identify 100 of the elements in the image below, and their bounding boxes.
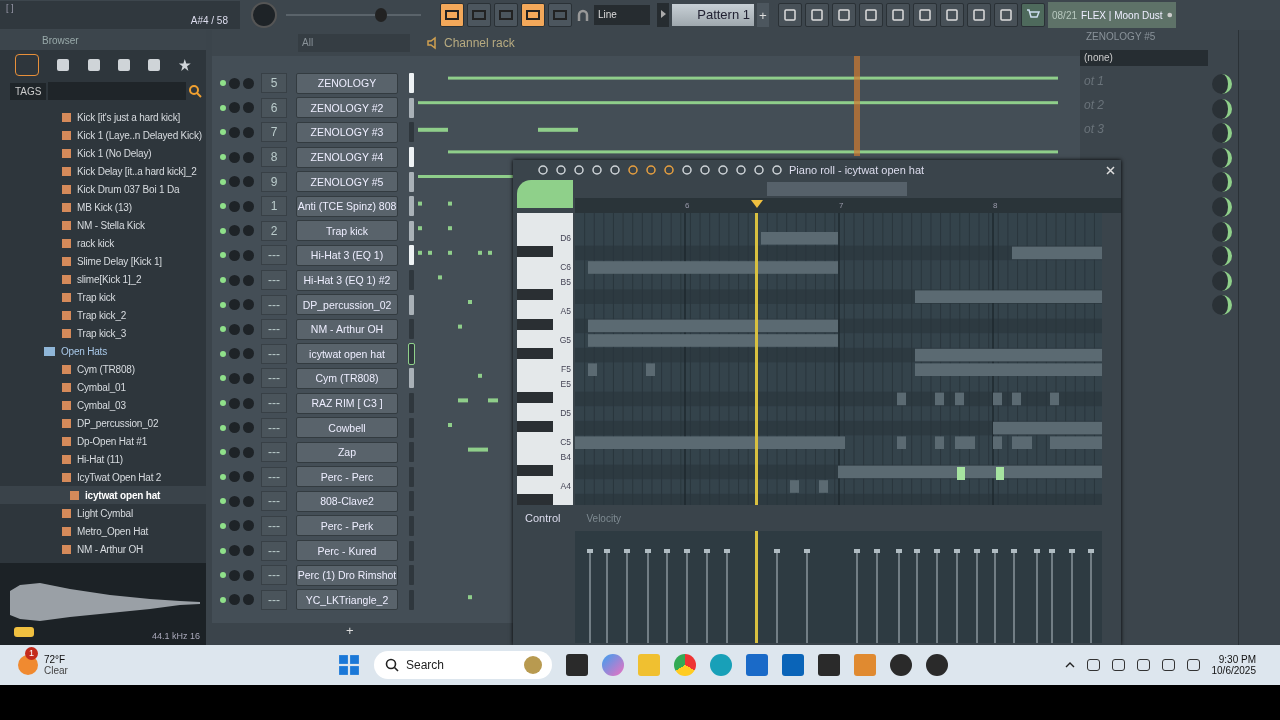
- mixer-track-number[interactable]: ---: [261, 589, 287, 610]
- channel-button[interactable]: Trap kick: [296, 220, 398, 242]
- channel-select-indicator[interactable]: [409, 97, 414, 118]
- mute-led[interactable]: [220, 424, 226, 431]
- browser-item[interactable]: Kick Drum 037 Boi 1 Da: [0, 180, 206, 198]
- mute-led[interactable]: [220, 326, 226, 333]
- browser-item[interactable]: Slime Delay [Kick 1]: [0, 252, 206, 270]
- sharp-key[interactable]: [517, 289, 553, 301]
- mute-led[interactable]: [220, 178, 226, 185]
- channel-button[interactable]: Hi-Hat 3 (EQ 1) #2: [296, 269, 398, 291]
- plugin-knob[interactable]: [1212, 196, 1232, 217]
- timeline-ruler[interactable]: 6 7 8: [575, 198, 1121, 213]
- browser-item[interactable]: Cymbal_03: [0, 396, 206, 414]
- plugin-knob[interactable]: [1212, 295, 1232, 316]
- browser-item[interactable]: NM - Arthur OH: [0, 540, 206, 558]
- mixer-track-number[interactable]: 8: [261, 147, 287, 168]
- filter-dropdown[interactable]: All: [298, 34, 410, 52]
- mixer-track-number[interactable]: 1: [261, 196, 287, 217]
- plugin-knob[interactable]: [1212, 221, 1232, 242]
- bars-button[interactable]: [805, 3, 829, 27]
- browser-item[interactable]: DP_percussion_02: [0, 414, 206, 432]
- mute-led[interactable]: [220, 154, 226, 161]
- note-grid-drawing[interactable]: [575, 213, 1102, 505]
- channel-button[interactable]: ZENOLOGY: [296, 72, 398, 94]
- hand-button[interactable]: [994, 3, 1018, 27]
- channel-button[interactable]: Hi-Hat 3 (EQ 1): [296, 244, 398, 266]
- browser-item[interactable]: Metro_Open Hat: [0, 522, 206, 540]
- plugin-knob[interactable]: [1212, 98, 1232, 119]
- mute-led[interactable]: [220, 498, 226, 505]
- mixer-track-number[interactable]: ---: [261, 565, 287, 586]
- channel-select-indicator[interactable]: [409, 294, 414, 315]
- channel-button[interactable]: Perc - Perc: [296, 466, 398, 488]
- mixer-track-number[interactable]: ---: [261, 442, 287, 463]
- mute-led[interactable]: [220, 80, 226, 87]
- mixer-track-number[interactable]: ---: [261, 516, 287, 536]
- plugin-knob[interactable]: [1212, 123, 1232, 144]
- tool-icon[interactable]: [609, 164, 621, 176]
- mixer-track-number[interactable]: ---: [261, 393, 287, 413]
- channel-select-indicator[interactable]: [409, 343, 414, 364]
- channel-button[interactable]: NM - Arthur OH: [296, 318, 398, 340]
- mute-led[interactable]: [220, 572, 226, 579]
- chevron-icon[interactable]: [1064, 662, 1075, 668]
- window-icon[interactable]: [566, 654, 588, 676]
- mixer-track-number[interactable]: ---: [261, 245, 287, 266]
- mute-led[interactable]: [220, 449, 226, 456]
- browser-item[interactable]: Kick Delay [it..a hard kick]_2: [0, 162, 206, 180]
- sharp-key[interactable]: [517, 391, 553, 403]
- channel-button[interactable]: DP_percussion_02: [296, 294, 398, 316]
- tool-icon[interactable]: [681, 164, 693, 176]
- channel-button[interactable]: icytwat open hat: [296, 343, 398, 365]
- mixer-track-number[interactable]: ---: [261, 368, 287, 389]
- copilot-icon[interactable]: [602, 654, 624, 676]
- tool-icon[interactable]: [591, 164, 603, 176]
- plugin-knob[interactable]: [1212, 147, 1232, 168]
- mute-led[interactable]: [220, 473, 226, 480]
- tags-button[interactable]: TAGS: [10, 82, 47, 100]
- playhead-marker-icon[interactable]: [751, 200, 763, 208]
- mixer-track-number[interactable]: 7: [261, 122, 287, 143]
- browser-item[interactable]: Light Cymbal: [0, 504, 206, 522]
- figure-button[interactable]: [967, 3, 991, 27]
- browser-item[interactable]: MB Kick (13): [0, 198, 206, 216]
- channel-select-indicator[interactable]: [409, 196, 414, 217]
- channel-button[interactable]: Anti (TCE Spinz) 808: [296, 195, 398, 217]
- cart-button[interactable]: [1021, 3, 1045, 27]
- channel-button[interactable]: Perc - Kured: [296, 540, 398, 562]
- waveform-icon[interactable]: [15, 54, 40, 76]
- pattern-selector[interactable]: Pattern 1: [672, 4, 754, 26]
- tool-corner[interactable]: [517, 180, 573, 208]
- sharp-key[interactable]: [517, 464, 553, 476]
- mixer-track-number[interactable]: ---: [261, 294, 287, 315]
- channel-button[interactable]: ZENOLOGY #2: [296, 97, 398, 119]
- master-slider[interactable]: [286, 8, 421, 22]
- mute-led[interactable]: [220, 129, 226, 136]
- add-pattern-button[interactable]: +: [757, 3, 769, 27]
- sharp-key[interactable]: [517, 318, 553, 330]
- tree-button[interactable]: [886, 3, 910, 27]
- browser-item[interactable]: slime[Kick 1]_2: [0, 270, 206, 288]
- overview-scrollbar[interactable]: [767, 182, 907, 196]
- tool-icon[interactable]: [645, 164, 657, 176]
- start-icon[interactable]: [338, 654, 360, 676]
- plug-button[interactable]: [940, 3, 964, 27]
- document-button[interactable]: [913, 3, 937, 27]
- mute-led[interactable]: [220, 375, 226, 382]
- channel-select-indicator[interactable]: [409, 147, 414, 168]
- channel-select-indicator[interactable]: [409, 368, 414, 389]
- channel-button[interactable]: ZENOLOGY #4: [296, 146, 398, 168]
- magnet-icon[interactable]: [577, 9, 589, 21]
- mute-led[interactable]: [220, 301, 226, 308]
- sharp-key[interactable]: [517, 347, 553, 359]
- stamp-button[interactable]: [778, 3, 802, 27]
- tool-icon[interactable]: [573, 164, 585, 176]
- browser-item[interactable]: Hi-Hat (11): [0, 450, 206, 468]
- mixer-track-number[interactable]: ---: [261, 491, 287, 512]
- preset-dropdown[interactable]: (none): [1080, 50, 1208, 66]
- tool-icon[interactable]: [699, 164, 711, 176]
- channel-button[interactable]: Perc (1) Dro Rimshot: [296, 564, 398, 586]
- browser-item[interactable]: Kick 1 (Laye..n Delayed Kick): [0, 126, 206, 144]
- browser-item[interactable]: Trap kick_2: [0, 306, 206, 324]
- mute-led[interactable]: [220, 252, 226, 259]
- channel-button[interactable]: YC_LKTriangle_2: [296, 589, 398, 611]
